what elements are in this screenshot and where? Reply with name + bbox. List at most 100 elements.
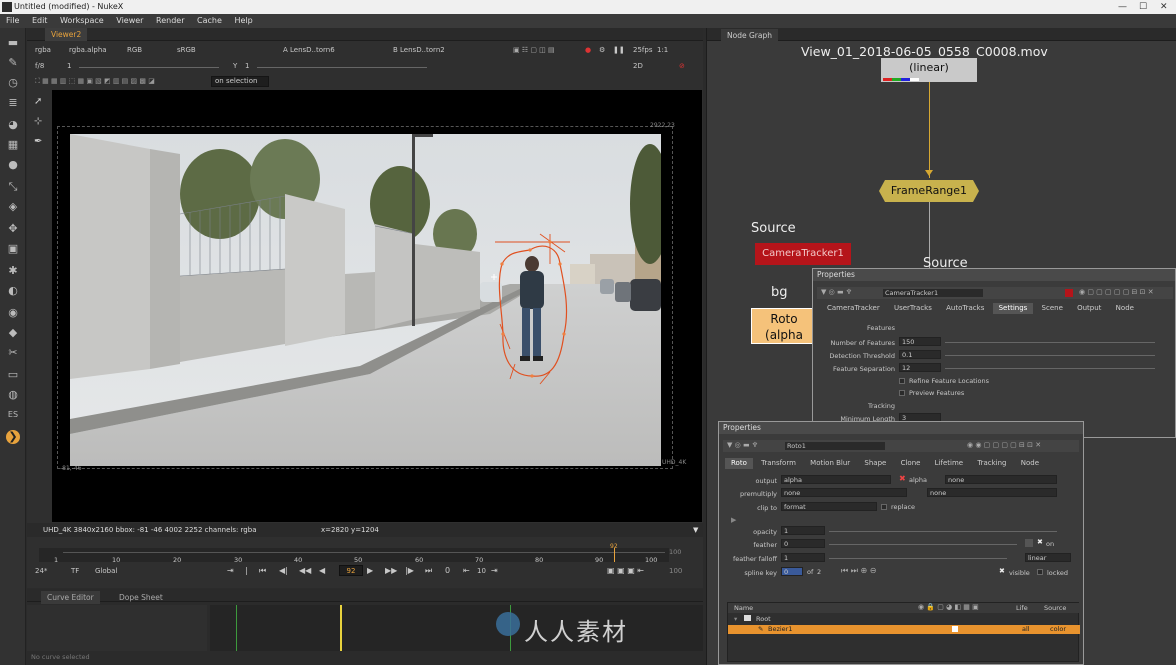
panel-window-icons[interactable]: ◉ ▢ ▢ ▢ ▢ ▢ ⊟ ⊡ ✕: [1079, 288, 1154, 296]
viewer-tool-icons[interactable]: ⛶ ▦ ▦ ▥ ⬚ ▦ ▣ ▧ ◩ ▥ ▤ ▨ ▩ ◪: [35, 76, 155, 87]
tab-viewer2[interactable]: Viewer2: [45, 28, 88, 41]
minimize-button[interactable]: —: [1118, 0, 1127, 14]
feather-on-icon[interactable]: ✖: [1037, 538, 1043, 546]
opacity-slider[interactable]: [829, 531, 1057, 532]
views-tool-icon[interactable]: ◉: [6, 306, 20, 320]
tab-motion-blur[interactable]: Motion Blur: [804, 458, 856, 469]
tab-settings[interactable]: Settings: [992, 303, 1034, 314]
menu-cache[interactable]: Cache: [197, 16, 222, 25]
toolsets-tool-icon[interactable]: ✂: [6, 346, 20, 360]
visible-check-icon[interactable]: ✖: [999, 567, 1005, 575]
step-back-button[interactable]: ◀◀: [299, 566, 311, 575]
step-size[interactable]: 10: [477, 567, 486, 575]
particles-tool-icon[interactable]: ✱: [6, 264, 20, 278]
premultiply-extra-select[interactable]: none: [927, 488, 1057, 497]
roi-select[interactable]: on selection: [211, 76, 269, 87]
close-button[interactable]: ✕: [1160, 0, 1168, 14]
tab-tracking[interactable]: Tracking: [971, 458, 1012, 469]
in-point-icon[interactable]: ⇥: [227, 566, 234, 575]
step-forward-button[interactable]: ▶▶: [385, 566, 397, 575]
gamma-value[interactable]: 1: [245, 61, 249, 72]
shape-row-bezier1[interactable]: ✎ Bezier1 all color: [728, 625, 1080, 634]
keyframe-nav-icons[interactable]: ⏮ ⏭ ⊕ ⊖: [841, 566, 876, 576]
menu-workspace[interactable]: Workspace: [60, 16, 104, 25]
read-node[interactable]: (linear): [881, 58, 977, 82]
num-features-field[interactable]: 150: [899, 337, 941, 346]
display-channel-select[interactable]: RGB: [127, 45, 142, 56]
menu-help[interactable]: Help: [234, 16, 252, 25]
tab-clone[interactable]: Clone: [895, 458, 927, 469]
tab-node-graph[interactable]: Node Graph: [721, 29, 778, 42]
skip-back-button[interactable]: ⏮: [259, 566, 266, 576]
fps-select[interactable]: 24*: [35, 567, 47, 575]
current-frame-field[interactable]: 92: [339, 565, 363, 576]
pen-tool-icon[interactable]: ✒: [34, 136, 48, 150]
keyer-tool-icon[interactable]: ●: [6, 158, 20, 172]
clipto-select[interactable]: format: [781, 502, 877, 511]
tf-select[interactable]: TF: [71, 567, 79, 575]
tab-node[interactable]: Node: [1015, 458, 1045, 469]
furnace-tool-icon[interactable]: ◍: [6, 388, 20, 402]
output-extra-select[interactable]: none: [945, 475, 1057, 484]
input-a-select[interactable]: A LensD..torn6: [283, 45, 335, 56]
zoom-select[interactable]: 1:1: [657, 45, 668, 56]
falloff-mode-select[interactable]: linear: [1025, 553, 1071, 562]
roto-node[interactable]: Roto (alpha: [751, 308, 817, 344]
play-button[interactable]: ▶: [367, 566, 373, 575]
menu-viewer[interactable]: Viewer: [116, 16, 143, 25]
record-icon[interactable]: ●: [585, 45, 591, 56]
detection-threshold-field[interactable]: 0.1: [899, 350, 941, 359]
gain-value[interactable]: 1: [67, 61, 71, 72]
channels-select[interactable]: rgba: [35, 45, 51, 56]
curve-list[interactable]: [27, 605, 207, 651]
spline-key-field[interactable]: 0: [781, 567, 803, 576]
shape-row-root[interactable]: ▾ Root: [728, 615, 1080, 624]
settings-icon[interactable]: ⚙: [599, 45, 605, 56]
feather-slider[interactable]: [829, 544, 1017, 545]
image-tool-icon[interactable]: ▬: [6, 36, 20, 50]
tab-shape[interactable]: Shape: [858, 458, 892, 469]
panel-window-icons[interactable]: ◉ ◉ ▢ ▢ ▢ ▢ ⊟ ⊡ ✕: [967, 441, 1041, 449]
prev-key-button[interactable]: ◀|: [279, 566, 288, 575]
menu-render[interactable]: Render: [156, 16, 184, 25]
gamma-slider[interactable]: [257, 67, 427, 68]
maximize-button[interactable]: ☐: [1139, 0, 1147, 14]
node-name-field[interactable]: CameraTracker1: [883, 289, 983, 297]
node-color-swatch[interactable]: [1065, 289, 1073, 297]
tab-dope-sheet[interactable]: Dope Sheet: [113, 591, 169, 604]
tab-transform[interactable]: Transform: [755, 458, 802, 469]
plugin-tool-icon[interactable]: ❯: [6, 430, 20, 444]
tab-autotracks[interactable]: AutoTracks: [940, 303, 990, 314]
alpha-checkbox[interactable]: ✖: [899, 475, 907, 483]
node-name-field[interactable]: Roto1: [785, 442, 885, 450]
tab-lifetime[interactable]: Lifetime: [929, 458, 969, 469]
bezier1-color-swatch[interactable]: [952, 626, 958, 632]
cameratracker-node[interactable]: CameraTracker1: [755, 243, 851, 265]
feature-separation-slider[interactable]: [945, 368, 1155, 369]
other-tool-icon[interactable]: ▭: [6, 368, 20, 382]
expand-arrow-icon[interactable]: ▶: [731, 516, 736, 524]
filter-tool-icon[interactable]: ▦: [6, 138, 20, 152]
tab-scene[interactable]: Scene: [1036, 303, 1069, 314]
falloff-slider[interactable]: [829, 558, 1007, 559]
num-features-slider[interactable]: [945, 342, 1155, 343]
preview-checkbox[interactable]: [899, 390, 905, 396]
merge-tool-icon[interactable]: ⤡: [6, 180, 20, 194]
deep-tool-icon[interactable]: ◐: [6, 284, 20, 298]
play-back-button[interactable]: ◀: [319, 566, 325, 575]
draw-tool-icon[interactable]: ✎: [6, 56, 20, 70]
select-arrow-icon[interactable]: ➚: [34, 96, 48, 110]
falloff-field[interactable]: 1: [781, 553, 825, 562]
refine-checkbox[interactable]: [899, 378, 905, 384]
skip-forward-button[interactable]: ⏭: [425, 566, 432, 576]
gain-slider[interactable]: [79, 67, 219, 68]
menu-edit[interactable]: Edit: [32, 16, 48, 25]
last-frame-button[interactable]: 0: [445, 566, 450, 575]
detection-threshold-slider[interactable]: [945, 355, 1155, 356]
colorspace-select[interactable]: sRGB: [177, 45, 196, 56]
es-tool-icon[interactable]: ES: [6, 408, 20, 422]
feather-field[interactable]: 0: [781, 539, 825, 548]
premultiply-select[interactable]: none: [781, 488, 907, 497]
layers-tool-icon[interactable]: ◈: [6, 200, 20, 214]
next-key-button[interactable]: |▶: [405, 566, 414, 575]
